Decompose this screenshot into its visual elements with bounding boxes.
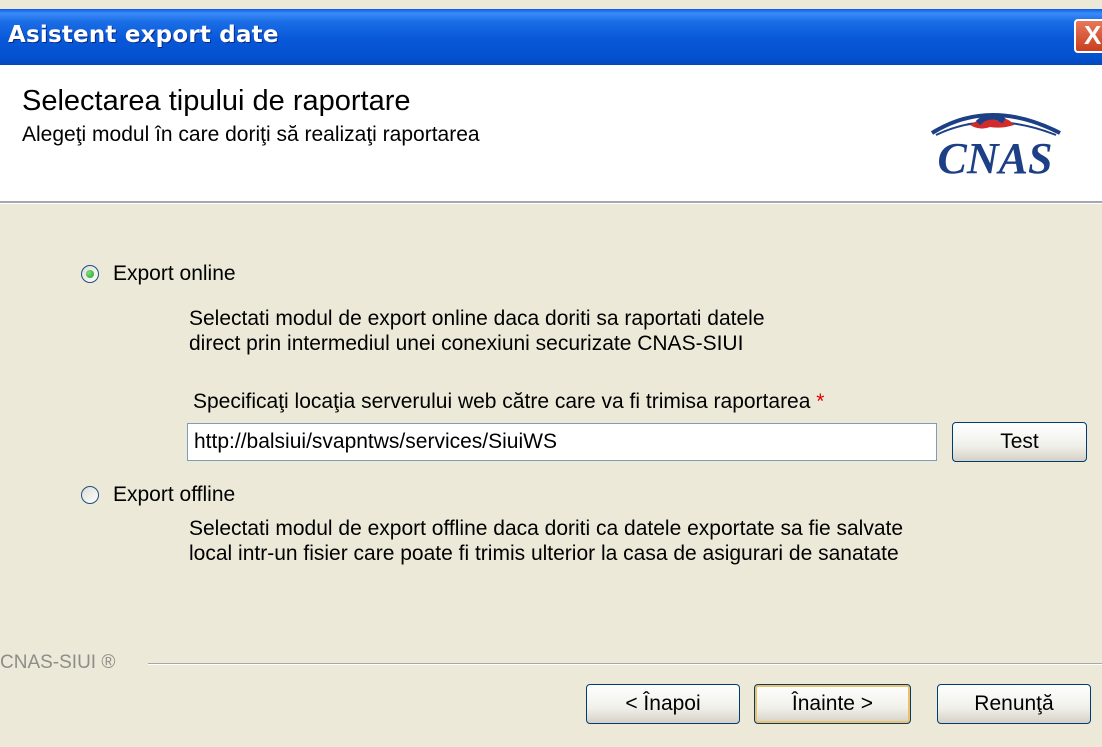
close-button[interactable]: X: [1074, 19, 1102, 53]
page-title: Selectarea tipului de raportare: [22, 85, 411, 117]
export-offline-label[interactable]: Export offline: [113, 483, 235, 507]
logo-text: CNAS: [938, 134, 1053, 180]
export-wizard-window: Asistent export date X Selectarea tipulu…: [0, 0, 1102, 747]
server-url-field[interactable]: http://balsiui/svapntws/services/SiuiWS: [187, 423, 937, 461]
online-desc-line-2: direct prin intermediul unei conexiuni s…: [189, 332, 744, 355]
export-online-label[interactable]: Export online: [113, 262, 236, 286]
cancel-button[interactable]: Renunţă: [937, 684, 1091, 724]
footer-brand: CNAS-SIUI ®: [0, 652, 116, 673]
test-button[interactable]: Test: [952, 422, 1087, 462]
header-separator: [0, 201, 1102, 204]
title-bar[interactable]: Asistent export date X: [0, 9, 1102, 65]
export-online-description: Selectati modul de export online daca do…: [189, 306, 765, 356]
export-offline-radio[interactable]: [81, 486, 99, 504]
offline-desc-line-1: Selectati modul de export offline daca d…: [189, 517, 904, 540]
export-online-radio[interactable]: [81, 265, 99, 283]
page-subtitle: Alegeţi modul în care doriţi să realizaţ…: [22, 123, 480, 146]
server-location-text: Specificaţi locaţia serverului web către…: [193, 390, 811, 413]
next-button[interactable]: Înainte >: [754, 684, 911, 724]
cnas-logo: CNAS: [930, 113, 1061, 180]
offline-desc-line-2: local intr-un fisier care poate fi trimi…: [189, 542, 899, 565]
close-icon: X: [1084, 20, 1102, 50]
back-button[interactable]: < Înapoi: [586, 684, 740, 724]
export-offline-description: Selectati modul de export offline daca d…: [189, 516, 903, 566]
wizard-header: Selectarea tipului de raportare Alegeţi …: [0, 65, 1102, 201]
window-title: Asistent export date: [8, 22, 279, 48]
online-desc-line-1: Selectati modul de export online daca do…: [189, 307, 765, 330]
footer-separator: [148, 663, 1102, 665]
server-location-label: Specificaţi locaţia serverului web către…: [193, 390, 824, 414]
required-marker: *: [816, 390, 825, 413]
